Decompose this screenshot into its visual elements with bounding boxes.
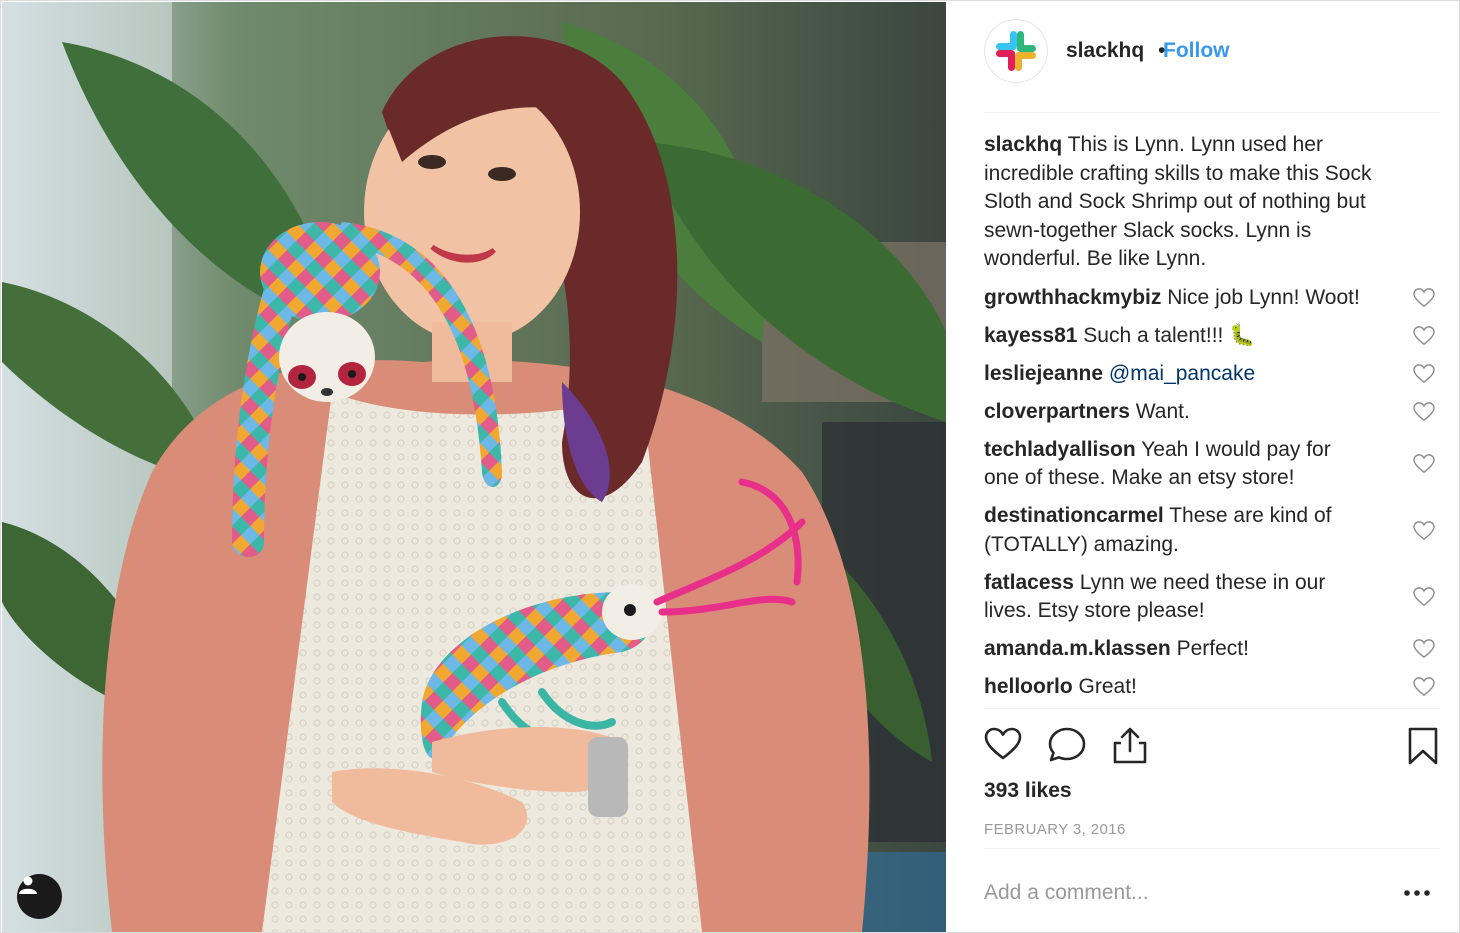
comment-item: helloorlo Great! bbox=[984, 673, 1440, 702]
comment-text: Perfect! bbox=[1176, 637, 1249, 660]
add-comment-bar bbox=[984, 848, 1440, 932]
comment-username[interactable]: growthhackmybiz bbox=[984, 286, 1161, 309]
comment-item: amanda.m.klassen Perfect! bbox=[984, 635, 1440, 664]
heart-icon[interactable] bbox=[984, 727, 1022, 761]
comment-like-icon[interactable] bbox=[1413, 520, 1435, 541]
comment-item: growthhackmybiz Nice job Lynn! Woot! bbox=[984, 284, 1440, 313]
post-photo[interactable] bbox=[2, 2, 946, 932]
comment-username[interactable]: fatlacess bbox=[984, 571, 1074, 594]
comment-like-icon[interactable] bbox=[1413, 454, 1435, 474]
comment-item: destinationcarmel These are kind of (TOT… bbox=[984, 502, 1440, 559]
comment-item: fatlacess Lynn we need these in our live… bbox=[984, 569, 1440, 626]
comment-item: lesliejeanne @mai_pancake bbox=[984, 360, 1440, 389]
speech-bubble-icon[interactable] bbox=[1048, 727, 1086, 763]
post-actions: 393 likes FEBRUARY 3, 2016 bbox=[984, 708, 1440, 849]
post-sidebar: slackhq • Follow slackhq This is Lynn. L… bbox=[947, 1, 1459, 932]
comment-item: cloverpartners Want. bbox=[984, 398, 1440, 427]
person-icon bbox=[19, 876, 37, 894]
caption-username[interactable]: slackhq bbox=[984, 133, 1062, 156]
share-icon[interactable] bbox=[1112, 727, 1148, 765]
comment-text: Great! bbox=[1078, 675, 1137, 698]
comment-like-icon[interactable] bbox=[1413, 287, 1435, 308]
comments-list: slackhq This is Lynn. Lynn used her incr… bbox=[984, 131, 1440, 711]
comment-username[interactable]: cloverpartners bbox=[984, 400, 1130, 423]
comment-like-icon[interactable] bbox=[1413, 363, 1435, 384]
comment-mention[interactable]: @mai_pancake bbox=[1109, 362, 1255, 385]
comment-input[interactable] bbox=[984, 877, 1364, 909]
comment-like-icon[interactable] bbox=[1413, 401, 1435, 422]
comment-text: Want. bbox=[1135, 399, 1190, 423]
comment-like-icon[interactable] bbox=[1413, 639, 1435, 659]
slack-logo-icon bbox=[996, 31, 1036, 71]
comment-username[interactable]: helloorlo bbox=[984, 675, 1073, 698]
comment-username[interactable]: techladyallison bbox=[984, 438, 1136, 461]
post-frame: slackhq • Follow slackhq This is Lynn. L… bbox=[0, 0, 1460, 933]
photo-illustration bbox=[2, 2, 946, 932]
comment-username[interactable]: lesliejeanne bbox=[984, 362, 1103, 385]
post-header: slackhq • Follow bbox=[984, 17, 1440, 113]
post-date[interactable]: FEBRUARY 3, 2016 bbox=[984, 821, 1126, 838]
post-caption: slackhq This is Lynn. Lynn used her incr… bbox=[984, 131, 1404, 274]
comment-item: kayess81 Such a talent!!! 🐛 bbox=[984, 322, 1440, 351]
comment-like-icon[interactable] bbox=[1413, 325, 1435, 346]
comment-like-icon[interactable] bbox=[1413, 587, 1435, 607]
bookmark-icon[interactable] bbox=[1407, 727, 1439, 765]
comment-text: Nice job Lynn! Woot! bbox=[1167, 285, 1360, 309]
likes-count[interactable]: 393 likes bbox=[984, 779, 1072, 803]
user-tag-button[interactable] bbox=[17, 874, 62, 919]
account-username[interactable]: slackhq bbox=[1066, 39, 1144, 63]
comment-username[interactable]: amanda.m.klassen bbox=[984, 637, 1171, 660]
account-avatar[interactable] bbox=[984, 19, 1048, 83]
comment-like-icon[interactable] bbox=[1413, 677, 1435, 697]
comment-username[interactable]: kayess81 bbox=[984, 324, 1077, 347]
more-dots-icon[interactable] bbox=[1402, 883, 1432, 903]
comment-item: techladyallison Yeah I would pay for one… bbox=[984, 436, 1440, 493]
follow-button[interactable]: Follow bbox=[1163, 39, 1230, 63]
comment-username[interactable]: destinationcarmel bbox=[984, 504, 1164, 527]
comment-text: Such a talent!!! 🐛 bbox=[1083, 323, 1256, 347]
